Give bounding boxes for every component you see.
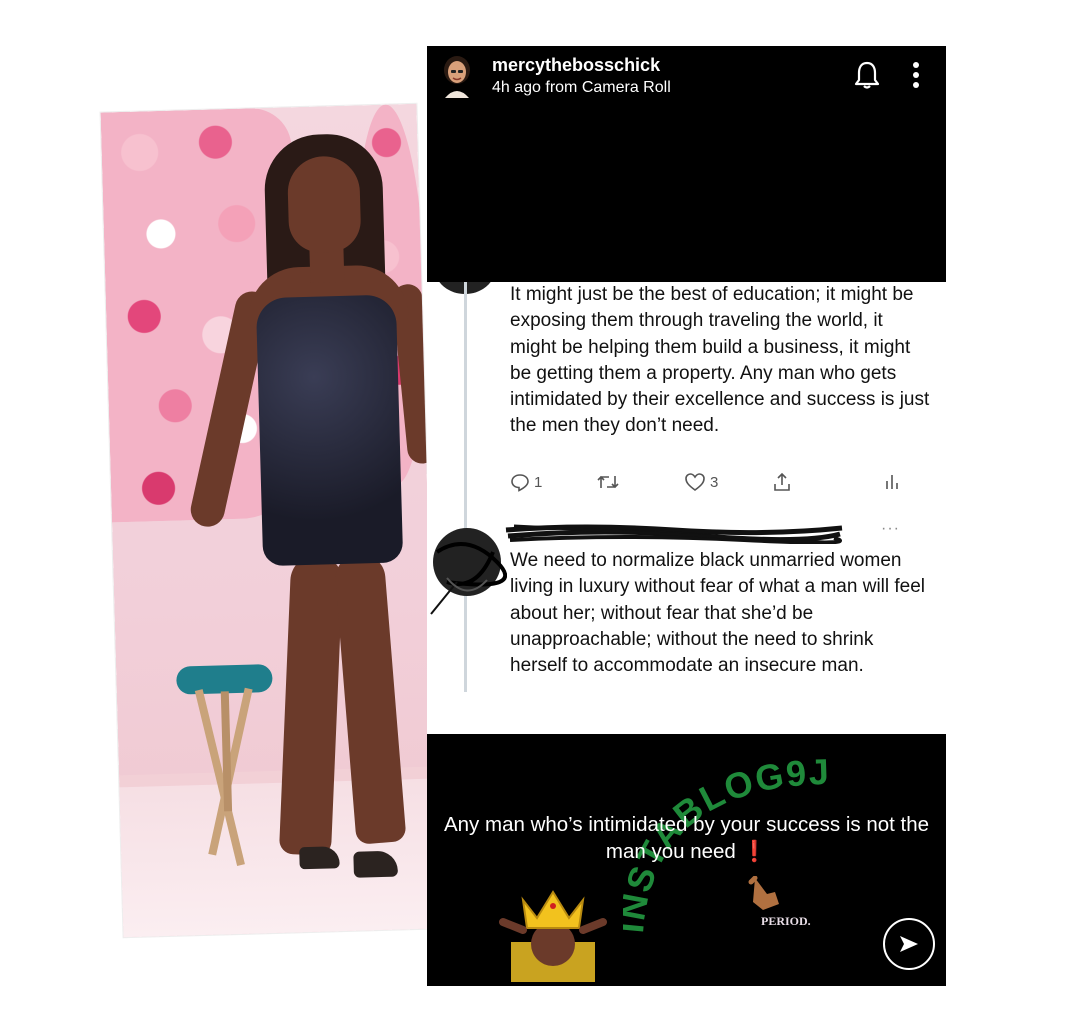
caption-text: Any man who’s intimidated by your succes… — [443, 813, 930, 863]
retweet-button[interactable] — [596, 472, 620, 492]
period-text: PERIOD. — [761, 914, 811, 928]
tweet-text: It might just be the best of education; … — [510, 284, 930, 437]
share-icon — [774, 472, 790, 491]
period-sticker: PERIOD. — [745, 875, 825, 936]
sequin-dress — [255, 294, 404, 567]
analytics-button[interactable] — [884, 472, 900, 490]
pointing-hand-icon — [748, 875, 779, 910]
exclamation-emoji: ❗ — [741, 840, 768, 863]
scribbled-out-username — [505, 524, 843, 544]
shoe — [299, 846, 340, 870]
bitmoji-avatar-icon[interactable] — [439, 54, 475, 98]
story-header: mercythebosschick 4h ago from Camera Rol… — [427, 46, 946, 126]
like-button[interactable]: 3 — [684, 472, 718, 492]
crown-sticker — [499, 890, 607, 982]
story-timestamp: 4h ago from Camera Roll — [492, 79, 671, 96]
retweet-icon — [597, 475, 619, 489]
scribbled-out-avatar — [430, 528, 507, 615]
reply-count: 1 — [534, 473, 543, 491]
fashion-photo — [100, 103, 440, 938]
like-count: 3 — [710, 473, 719, 491]
reply-icon — [511, 474, 529, 492]
send-arrow-icon — [900, 936, 918, 952]
heart-icon — [685, 473, 705, 491]
thread-line — [464, 282, 467, 692]
share-button[interactable] — [772, 472, 792, 492]
story-caption: Any man who’s intimidated by your succes… — [427, 811, 946, 865]
more-options-icon[interactable] — [911, 60, 921, 90]
story-screen: mercythebosschick 4h ago from Camera Rol… — [427, 46, 946, 986]
bell-icon[interactable] — [853, 60, 881, 90]
next-button[interactable] — [883, 918, 935, 970]
story-username[interactable]: mercythebosschick — [492, 55, 660, 76]
analytics-icon — [886, 475, 898, 489]
tweet-actions: 1 3 — [510, 472, 930, 502]
tweet-more-icon[interactable]: ··· — [881, 520, 900, 538]
tweet-text: We need to normalize black unmarried wom… — [510, 550, 926, 677]
reply-button[interactable]: 1 — [510, 472, 542, 492]
tweet-screenshot: It might just be the best of education; … — [427, 282, 946, 734]
face — [286, 155, 362, 254]
stool-seat — [176, 663, 273, 695]
